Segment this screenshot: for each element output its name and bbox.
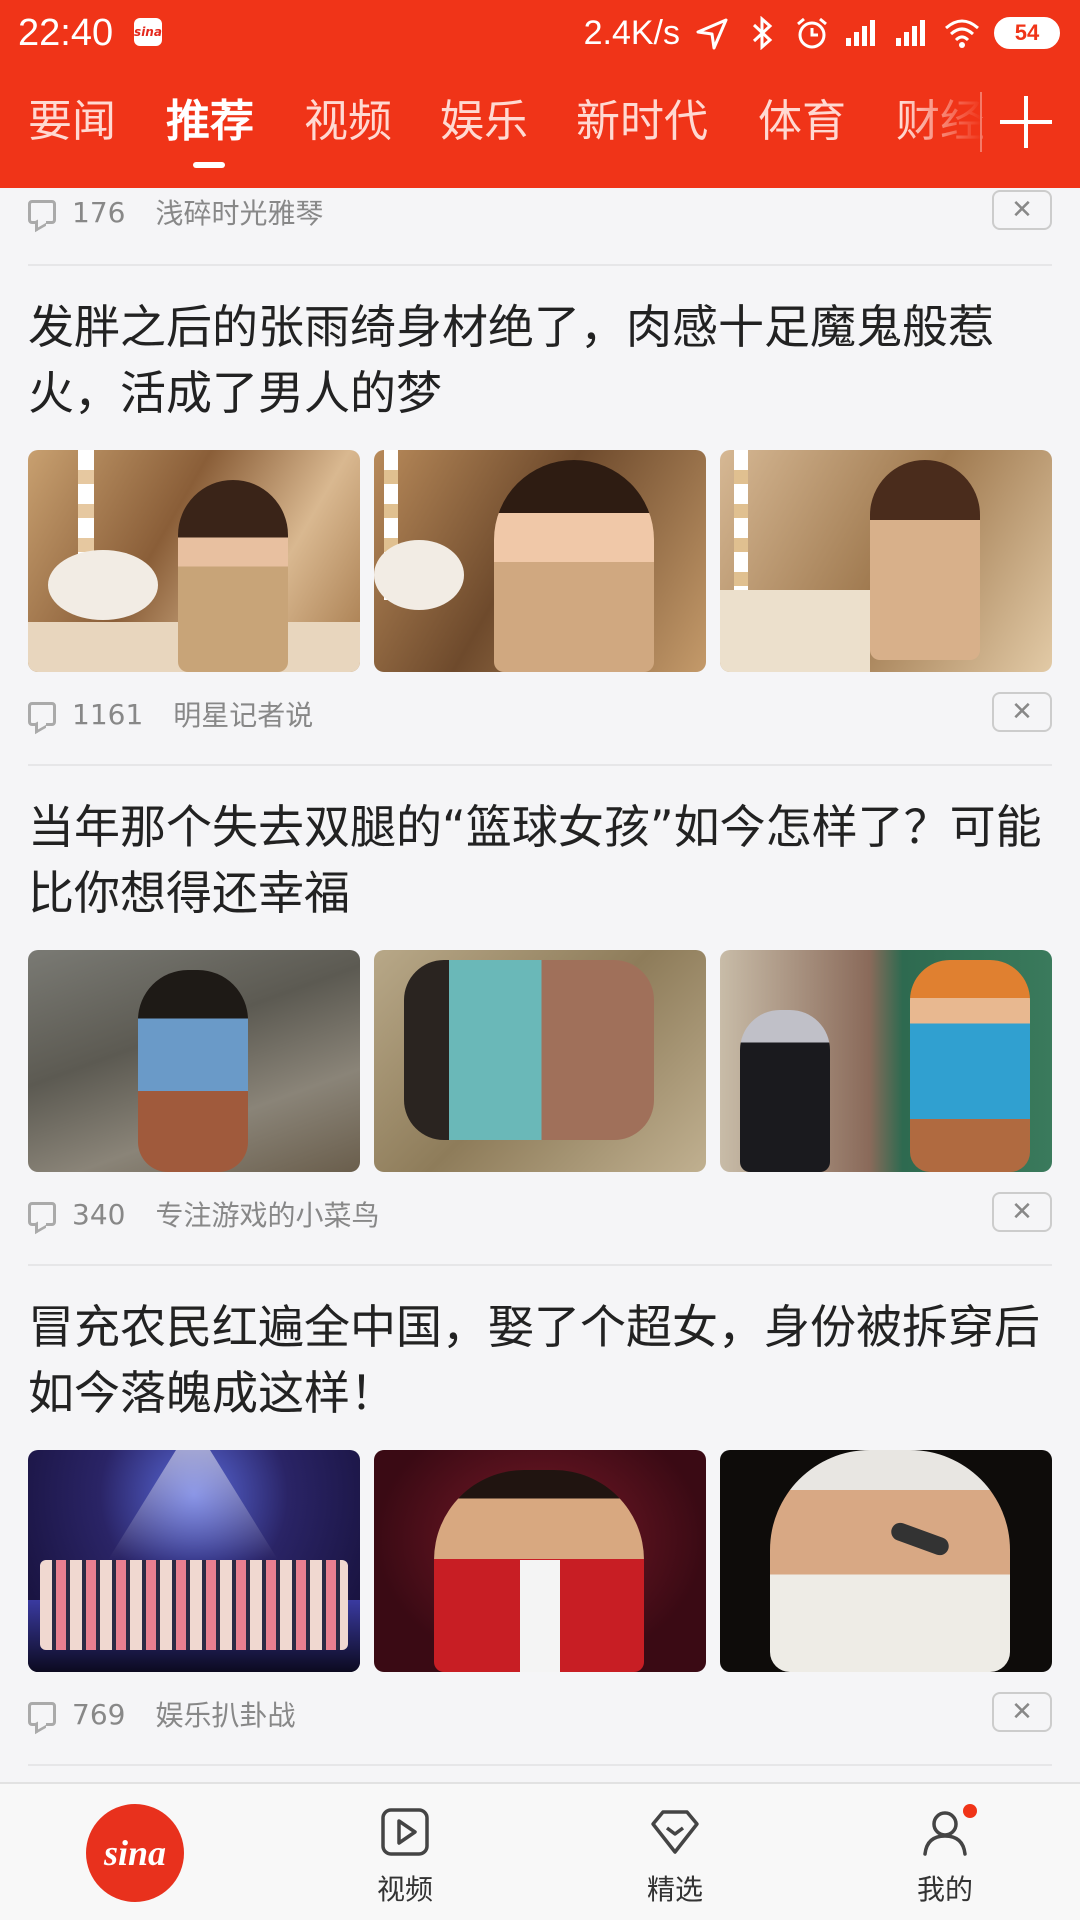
comment-count: 769 (72, 1697, 126, 1731)
article-title[interactable]: 冒充农民红遍全中国，娶了个超女，身份被拆穿后如今落魄成这样！ (28, 1294, 1052, 1426)
battery-indicator: 54 (994, 17, 1060, 49)
article-thumbnail[interactable] (374, 450, 706, 672)
comment-icon (28, 702, 56, 726)
active-tab-indicator (193, 162, 225, 168)
location-arrow-icon (696, 18, 728, 50)
tabs-divider (980, 92, 982, 152)
alarm-icon (797, 17, 827, 49)
divider (28, 264, 1052, 266)
divider (28, 1264, 1052, 1266)
article-thumbnail[interactable] (374, 1450, 706, 1672)
dismiss-button[interactable]: ✕ (992, 692, 1052, 732)
article-images[interactable] (28, 1450, 1052, 1672)
nav-label: 我的 (916, 1873, 973, 1906)
wifi-icon (945, 19, 979, 48)
comment-count: 176 (72, 195, 126, 229)
diamond-icon (651, 1810, 699, 1854)
article-images[interactable] (28, 450, 1052, 672)
article-images[interactable] (28, 950, 1052, 1172)
article-meta: 176 浅碎时光雅琴 ✕ (28, 188, 1052, 242)
thumb-detail (374, 540, 464, 610)
tab-tiyu[interactable]: 体育 (758, 82, 846, 162)
status-bar: 22:40 sina 2.4K/s 54 (0, 0, 1080, 66)
thumb-detail (494, 460, 654, 672)
status-time: 22:40 (18, 12, 114, 54)
nav-featured[interactable]: 精选 (615, 1804, 735, 1914)
divider (28, 764, 1052, 766)
thumb-detail (40, 1560, 348, 1650)
article-thumbnail[interactable] (374, 950, 706, 1172)
thumb-detail (138, 970, 248, 1172)
thumb-detail (910, 960, 1030, 1172)
signal-icon-1 (846, 20, 875, 46)
add-channel-button[interactable] (998, 82, 1054, 162)
comment-icon (28, 1202, 56, 1226)
nav-video[interactable]: 视频 (345, 1804, 465, 1914)
article-source: 专注游戏的小菜鸟 (155, 1199, 380, 1232)
network-speed: 2.4K/s (583, 13, 680, 52)
sina-home-button[interactable]: sina (86, 1804, 184, 1902)
article-title[interactable]: 当年那个失去双腿的“篮球女孩”如今怎样了？可能比你想得还幸福 (28, 794, 1052, 926)
article-thumbnail[interactable] (28, 450, 360, 672)
article-source: 浅碎时光雅琴 (155, 197, 324, 230)
article-source: 明星记者说 (173, 699, 314, 732)
app-header: 22:40 sina 2.4K/s 54 要闻 推荐 视频 娱乐 新时代 体育 … (0, 0, 1080, 188)
play-icon (381, 1808, 429, 1856)
tab-yule[interactable]: 娱乐 (440, 82, 528, 162)
thumb-detail (720, 590, 870, 672)
tab-yaowen[interactable]: 要闻 (28, 82, 116, 162)
nav-label: 视频 (376, 1873, 433, 1906)
bluetooth-icon (752, 16, 773, 50)
thumb-detail (48, 550, 158, 620)
dismiss-button[interactable]: ✕ (992, 1692, 1052, 1732)
thumb-detail (108, 1450, 278, 1560)
article-thumbnail[interactable] (28, 1450, 360, 1672)
article-meta: 769 娱乐扒卦战 ✕ (28, 1684, 1052, 1744)
notification-dot (963, 1804, 977, 1818)
article-thumbnail[interactable] (720, 950, 1052, 1172)
comment-count: 340 (72, 1197, 126, 1231)
article-meta: 1161 明星记者说 ✕ (28, 684, 1052, 744)
dismiss-button[interactable]: ✕ (992, 1192, 1052, 1232)
thumb-detail (404, 960, 654, 1140)
article-source: 娱乐扒卦战 (155, 1699, 296, 1732)
battery-level: 54 (1014, 20, 1040, 45)
sina-notification-icon: sina (134, 18, 162, 46)
article-meta: 340 专注游戏的小菜鸟 ✕ (28, 1184, 1052, 1244)
tab-shipin[interactable]: 视频 (304, 82, 392, 162)
article-thumbnail[interactable] (720, 450, 1052, 672)
news-feed: 176 浅碎时光雅琴 ✕ 发胖之后的张雨绮身材绝了，肉感十足魔鬼般惹火，活成了男… (0, 188, 1080, 1782)
nav-label: 精选 (646, 1873, 703, 1906)
signal-icon-2 (896, 20, 925, 46)
thumb-detail (740, 1010, 830, 1172)
nav-profile[interactable]: 我的 (885, 1804, 1005, 1914)
article-title[interactable]: 发胖之后的张雨绮身材绝了，肉感十足魔鬼般惹火，活成了男人的梦 (28, 294, 1052, 426)
thumb-detail (870, 460, 980, 660)
dismiss-button[interactable]: ✕ (992, 190, 1052, 230)
tab-xinshidai[interactable]: 新时代 (576, 82, 708, 162)
thumb-detail (770, 1450, 1010, 1672)
article-thumbnail[interactable] (720, 1450, 1052, 1672)
status-indicators: 2.4K/s 54 (584, 10, 1060, 56)
article-thumbnail[interactable] (28, 950, 360, 1172)
channel-tabs: 要闻 推荐 视频 娱乐 新时代 体育 财经 (0, 82, 1080, 182)
comment-count: 1161 (72, 697, 144, 731)
thumb-detail (734, 450, 748, 600)
tab-tuijian[interactable]: 推荐 (166, 82, 254, 162)
divider (28, 1764, 1052, 1766)
thumb-detail (178, 480, 288, 672)
comment-icon (28, 1702, 56, 1726)
thumb-detail (520, 1560, 560, 1672)
bottom-navigation: sina 视频 精选 我的 (0, 1782, 1080, 1920)
comment-icon (28, 200, 56, 224)
tabs-fade (902, 82, 982, 182)
